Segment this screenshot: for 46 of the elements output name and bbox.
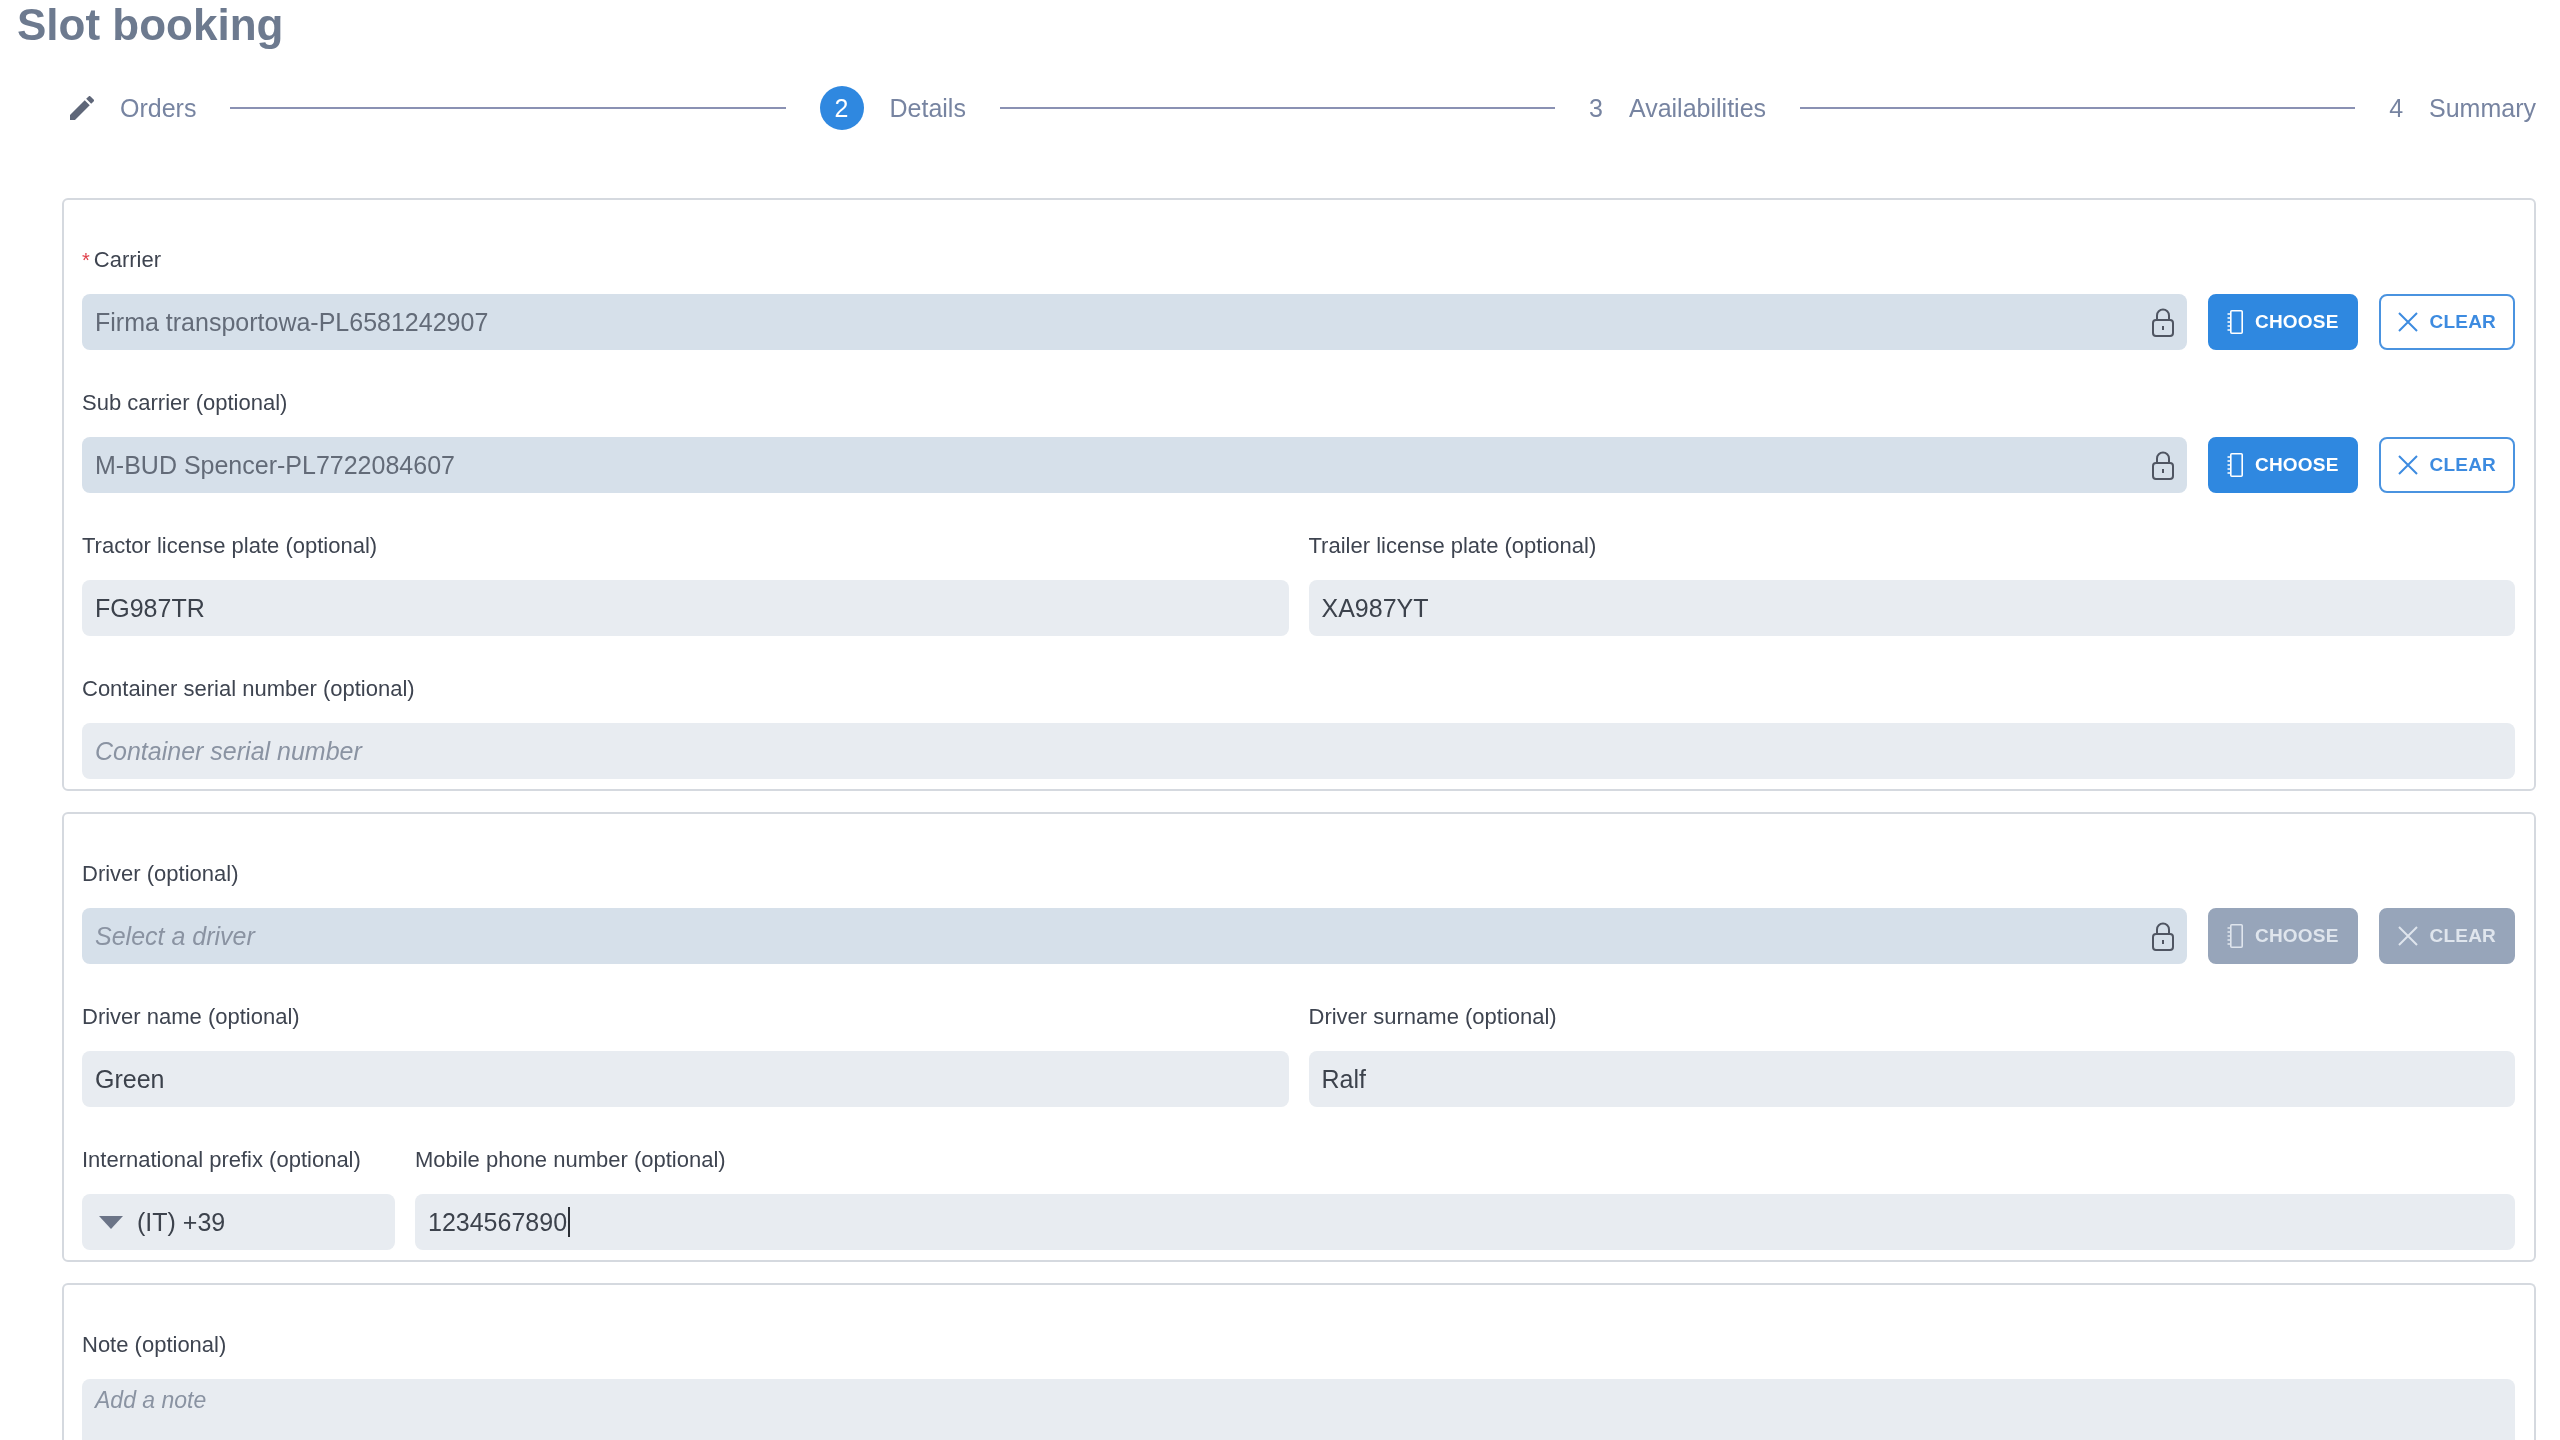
page-title: Slot booking xyxy=(17,0,284,50)
field-label: Container serial number (optional) xyxy=(82,676,415,702)
choose-button[interactable]: CHOOSE xyxy=(2208,437,2358,493)
note-text-area[interactable]: Add a note xyxy=(82,1379,2515,1440)
lock-icon xyxy=(2151,450,2175,480)
text-field[interactable]: FG987TR xyxy=(82,580,1289,636)
field-label: Driver surname (optional) xyxy=(1308,1004,1557,1030)
step-label: Details xyxy=(889,93,966,123)
close-icon xyxy=(2397,926,2418,946)
field-label: Tractor license plate (optional) xyxy=(82,533,378,559)
dropdown-field[interactable]: (IT) +39 xyxy=(82,1194,395,1250)
field-label: Trailer license plate (optional) xyxy=(1308,533,1597,559)
choose-button[interactable]: CHOOSE xyxy=(2208,294,2358,350)
step-label: Availabilities xyxy=(1628,93,1767,123)
text-cursor-icon xyxy=(568,1207,571,1237)
notebook-icon xyxy=(2227,310,2243,334)
step-label: Orders xyxy=(120,93,197,123)
notebook-icon xyxy=(2227,453,2243,477)
step-number: 2 xyxy=(819,86,864,130)
field-label: International prefix (optional) xyxy=(82,1147,361,1173)
lock-icon xyxy=(2151,921,2175,951)
close-icon xyxy=(2397,455,2418,475)
field-label: Sub carrier (optional) xyxy=(82,390,288,416)
text-field[interactable]: XA987YT xyxy=(1308,580,2515,636)
clear-button[interactable]: CLEAR xyxy=(2378,294,2515,350)
text-field[interactable]: Container serial number xyxy=(82,723,2515,779)
selection-field[interactable]: Select a driver xyxy=(82,908,2187,964)
lock-icon xyxy=(2151,307,2175,337)
clear-button[interactable]: CLEAR xyxy=(2378,437,2515,493)
step-label: Summary xyxy=(2429,93,2536,123)
selection-field[interactable]: M-BUD Spencer-PL7722084607 xyxy=(82,437,2187,493)
field-label: Carrier xyxy=(93,247,162,273)
field-label: Mobile phone number (optional) xyxy=(415,1147,726,1173)
step-number: 4 xyxy=(2389,93,2404,123)
field-label: Driver (optional) xyxy=(82,861,239,887)
text-field[interactable]: Green xyxy=(82,1051,1289,1107)
notebook-icon xyxy=(2227,924,2243,948)
text-field[interactable]: Ralf xyxy=(1308,1051,2515,1107)
selection-field[interactable]: Firma transportowa-PL6581242907 xyxy=(82,294,2187,350)
step-number: 3 xyxy=(1589,93,1603,123)
dropdown-caret-icon xyxy=(99,1215,123,1229)
close-icon xyxy=(2397,312,2418,332)
field-label: Note (optional) xyxy=(82,1332,227,1358)
text-field[interactable]: 1234567890 xyxy=(415,1194,2515,1250)
field-label: Driver name (optional) xyxy=(82,1004,300,1030)
required-mark: * xyxy=(82,248,90,272)
